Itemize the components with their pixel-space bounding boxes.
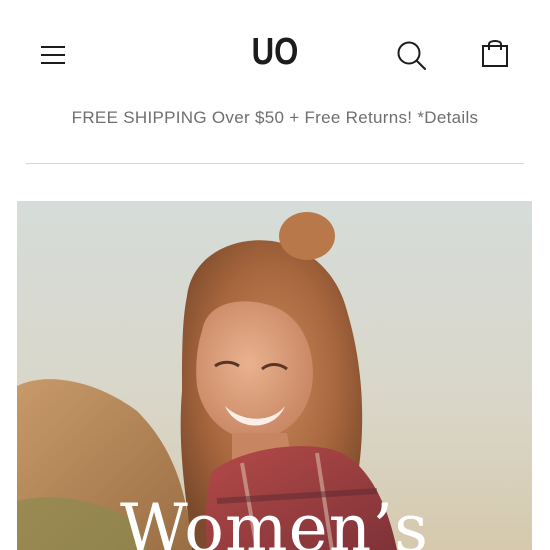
hero-title: Women’s — [119, 490, 430, 550]
search-button[interactable] — [392, 36, 432, 76]
search-icon — [397, 41, 426, 70]
divider — [26, 163, 524, 164]
shopping-bag-icon — [482, 40, 508, 67]
logo[interactable]: UO — [234, 30, 316, 74]
cart-button[interactable] — [475, 34, 515, 74]
header: UO — [0, 0, 550, 100]
menu-button[interactable] — [36, 38, 70, 72]
promo-banner-link[interactable]: FREE SHIPPING Over $50 + Free Returns! *… — [0, 104, 550, 132]
hero-banner[interactable]: Women’s — [17, 201, 532, 550]
page: UO FREE SHIPPING Over $50 + Free Returns… — [0, 0, 550, 550]
